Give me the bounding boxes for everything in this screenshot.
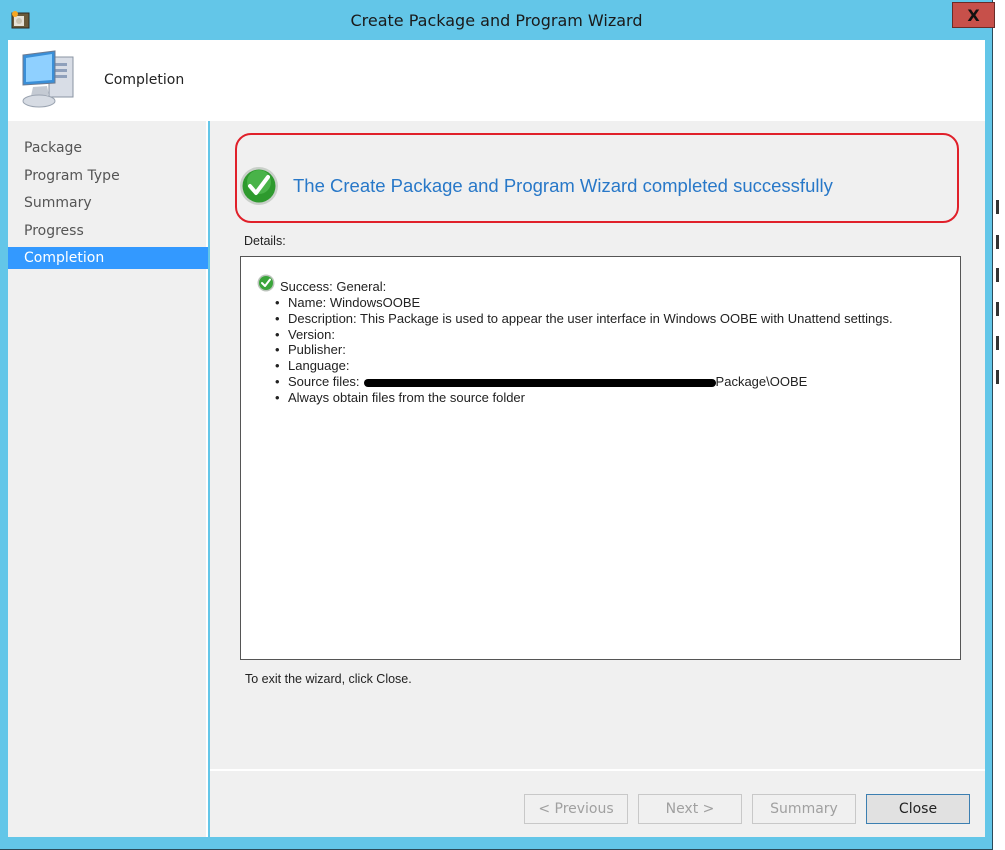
details-heading: Success: General: xyxy=(280,279,387,294)
detail-text-suffix: Package\OOBE xyxy=(715,373,808,389)
detail-text: Description: This Package is used to app… xyxy=(288,310,893,326)
close-window-button[interactable]: X xyxy=(952,2,995,28)
success-check-small-icon xyxy=(257,274,275,292)
detail-text: Publisher: xyxy=(288,342,346,358)
wizard-steps-sidebar: Package Program Type Summary Progress Co… xyxy=(8,121,208,837)
detail-item: • Name: WindowsOOBE xyxy=(275,295,421,310)
sidebar-item-summary[interactable]: Summary xyxy=(8,192,208,214)
exit-instruction: To exit the wizard, click Close. xyxy=(245,672,412,686)
footer-divider xyxy=(210,769,985,771)
detail-item: • Publisher: xyxy=(275,342,346,358)
background-desktop xyxy=(994,0,1005,850)
next-button-label: Next > xyxy=(665,801,715,817)
detail-text: Always obtain files from the source fold… xyxy=(288,389,525,405)
detail-text: Source files: xyxy=(288,373,360,389)
close-button[interactable]: Close xyxy=(866,794,970,824)
previous-button-label: < Previous xyxy=(538,801,614,817)
detail-item: • Version: xyxy=(275,326,335,342)
detail-item: • Description: This Package is used to ap… xyxy=(275,310,893,326)
wizard-content: The Create Package and Program Wizard co… xyxy=(210,121,985,837)
summary-button-label: Summary xyxy=(770,801,838,817)
redacted-path xyxy=(363,378,716,387)
next-button[interactable]: Next > xyxy=(638,794,742,824)
detail-text: Name: WindowsOOBE xyxy=(288,295,421,310)
sidebar-item-package[interactable]: Package xyxy=(8,137,208,159)
window-title: Create Package and Program Wizard xyxy=(350,11,643,30)
detail-item: • Language: xyxy=(275,358,350,374)
computer-icon xyxy=(22,50,74,108)
sidebar-item-completion[interactable]: Completion xyxy=(8,247,208,269)
background-artifact xyxy=(996,370,999,384)
details-list: • Name: WindowsOOBE • Description: This Pa… xyxy=(275,295,893,406)
background-artifact xyxy=(996,302,999,316)
previous-button[interactable]: < Previous xyxy=(524,794,628,824)
details-label: Details: xyxy=(244,234,286,248)
detail-item: • Source files: Package\OOBE xyxy=(275,373,808,389)
success-check-icon xyxy=(240,167,278,205)
detail-text: Version: xyxy=(288,326,335,342)
details-textbox[interactable]: Success: General: • Name: WindowsOOBE • De… xyxy=(240,256,961,660)
background-artifact xyxy=(996,336,999,350)
background-artifact xyxy=(996,200,999,214)
sidebar-item-progress[interactable]: Progress xyxy=(8,220,208,242)
background-artifact xyxy=(996,268,999,282)
wizard-header: Completion xyxy=(8,40,985,121)
detail-item: • Always obtain files from the source fol… xyxy=(275,389,525,405)
detail-text: Language: xyxy=(288,358,350,374)
wizard-window: Create Package and Program Wizard X Comp… xyxy=(0,0,995,850)
sidebar-item-program-type[interactable]: Program Type xyxy=(8,165,208,187)
summary-button[interactable]: Summary xyxy=(752,794,856,824)
background-artifact xyxy=(996,235,999,249)
title-bar[interactable]: Create Package and Program Wizard X xyxy=(0,0,995,40)
close-icon: X xyxy=(967,5,980,25)
page-title: Completion xyxy=(104,72,185,88)
completion-message: The Create Package and Program Wizard co… xyxy=(293,175,833,196)
close-button-label: Close xyxy=(898,801,938,817)
